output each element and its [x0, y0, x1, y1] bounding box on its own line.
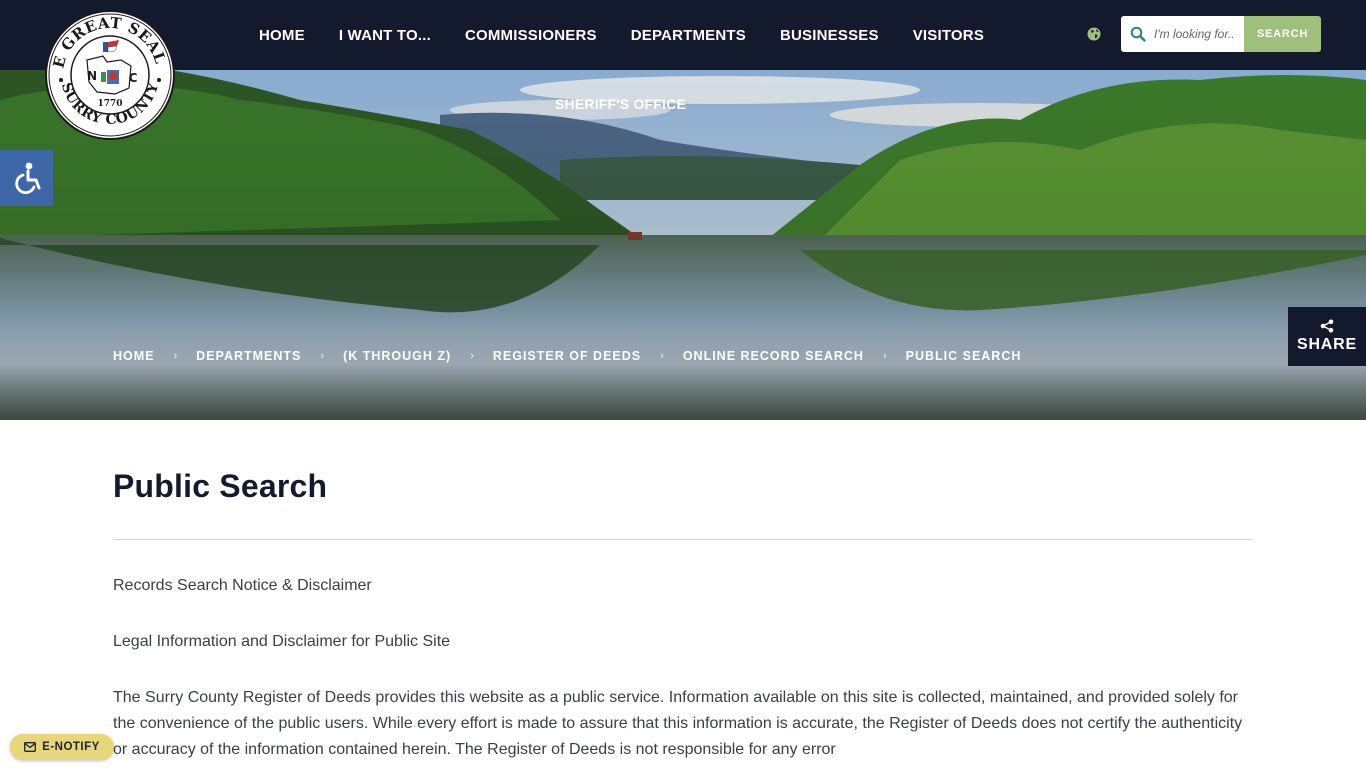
- chevron-right-icon: ›: [320, 350, 325, 362]
- nav-commissioners[interactable]: COMMISSIONERS: [448, 27, 614, 44]
- county-seal-logo[interactable]: THE GREAT SEAL OF SURRY COUNTY N C 1770: [45, 10, 175, 140]
- breadcrumb: HOME › DEPARTMENTS › (K THROUGH Z) › REG…: [113, 349, 1021, 363]
- divider: [113, 539, 1253, 540]
- search-field: [1121, 16, 1245, 52]
- chevron-right-icon: ›: [470, 350, 474, 362]
- svg-text:1770: 1770: [97, 99, 122, 109]
- share-label: SHARE: [1296, 336, 1357, 353]
- chevron-right-icon: ›: [882, 350, 887, 362]
- nav-home[interactable]: HOME: [242, 27, 322, 44]
- search-input[interactable]: [1154, 27, 1234, 41]
- hero-banner: [0, 70, 1366, 420]
- breadcrumb-register-of-deeds[interactable]: REGISTER OF DEEDS: [493, 349, 641, 363]
- search-button[interactable]: SEARCH: [1244, 16, 1321, 52]
- wheelchair-icon: [14, 162, 40, 194]
- breadcrumb-home[interactable]: HOME: [113, 349, 155, 363]
- disclaimer-heading: Legal Information and Disclaimer for Pub…: [113, 633, 451, 650]
- notice-heading: Records Search Notice & Disclaimer: [113, 577, 372, 594]
- breadcrumb-public-search: PUBLIC SEARCH: [905, 349, 1022, 363]
- chevron-right-icon: ›: [173, 350, 178, 362]
- svg-text:C: C: [129, 71, 138, 85]
- page-title: Public Search: [113, 468, 328, 504]
- share-button[interactable]: SHARE: [1288, 307, 1366, 366]
- lake-landscape-image: [0, 70, 1366, 420]
- nav-sheriffs-office[interactable]: SHERIFF'S OFFICE: [555, 96, 686, 112]
- accessibility-button[interactable]: [0, 150, 53, 206]
- nav-departments[interactable]: DEPARTMENTS: [614, 27, 763, 44]
- disclaimer-text: The Surry County Register of Deeds provi…: [113, 689, 1243, 758]
- globe-icon[interactable]: [1086, 26, 1102, 42]
- e-notify-label: E-NOTIFY: [42, 741, 100, 753]
- search-icon: [1130, 26, 1146, 42]
- main-nav: HOME I WANT TO... COMMISSIONERS DEPARTME…: [242, 0, 1001, 70]
- nav-businesses[interactable]: BUSINESSES: [763, 27, 896, 44]
- share-icon: [1320, 319, 1334, 333]
- nav-i-want-to[interactable]: I WANT TO...: [322, 27, 448, 44]
- breadcrumb-k-through-z[interactable]: (K THROUGH Z): [343, 349, 451, 363]
- nav-visitors[interactable]: VISITORS: [896, 27, 1001, 44]
- e-notify-button[interactable]: E-NOTIFY: [10, 734, 114, 760]
- breadcrumb-departments[interactable]: DEPARTMENTS: [196, 349, 301, 363]
- envelope-icon: [24, 742, 37, 752]
- chevron-right-icon: ›: [660, 350, 664, 362]
- svg-text:N: N: [87, 69, 97, 83]
- breadcrumb-online-record-search[interactable]: ONLINE RECORD SEARCH: [683, 349, 864, 363]
